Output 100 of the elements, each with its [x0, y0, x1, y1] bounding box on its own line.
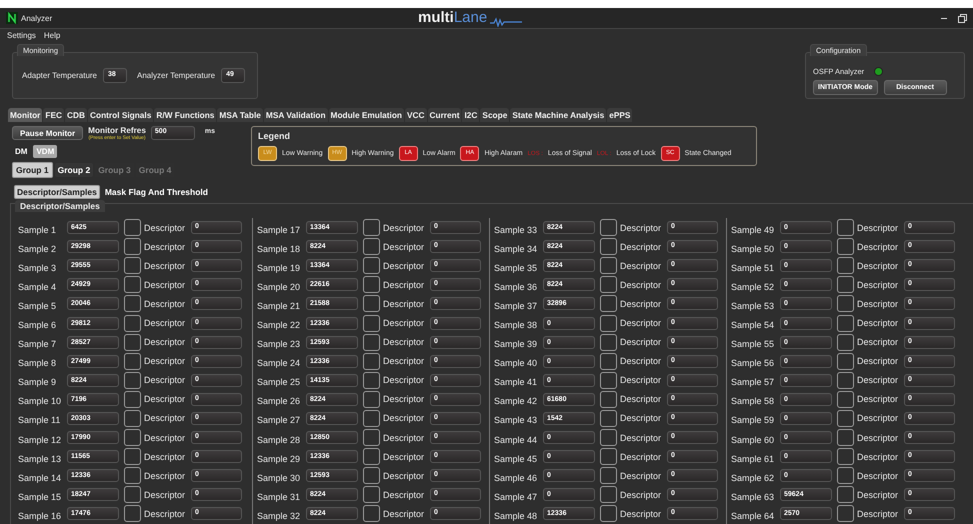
checkbox[interactable] [600, 219, 617, 236]
subtab[interactable]: Mask Flag And Threshold [102, 186, 210, 198]
pause-monitor-button[interactable]: Pause Monitor [12, 126, 84, 140]
tab[interactable]: MSA Table [217, 108, 263, 122]
checkbox[interactable] [124, 314, 141, 332]
checkbox[interactable] [124, 238, 141, 256]
checkbox[interactable] [837, 486, 854, 504]
tab[interactable]: Control Signals [88, 108, 154, 122]
checkbox[interactable] [363, 429, 380, 446]
checkbox[interactable] [837, 276, 854, 294]
checkbox[interactable] [600, 410, 617, 427]
checkbox[interactable] [124, 448, 141, 466]
checkbox[interactable] [600, 334, 617, 351]
tab[interactable]: Scope [480, 108, 510, 122]
checkbox[interactable] [124, 429, 141, 446]
descriptor-label: Descriptor [144, 356, 186, 366]
checkbox[interactable] [124, 219, 141, 236]
checkbox[interactable] [363, 390, 380, 408]
tab[interactable]: I2C [462, 108, 480, 122]
tab[interactable]: Monitor [8, 108, 42, 122]
checkbox[interactable] [600, 352, 617, 370]
checkbox[interactable] [363, 486, 380, 504]
checkbox[interactable] [837, 467, 854, 484]
checkbox[interactable] [837, 505, 854, 522]
checkbox[interactable] [600, 372, 617, 389]
checkbox[interactable] [124, 486, 141, 504]
sample-label: Sample 36 [494, 280, 538, 292]
sample-label: Sample 1 [18, 224, 58, 235]
sample-label: Sample 50 [731, 242, 776, 254]
checkbox[interactable] [837, 410, 854, 427]
checkbox[interactable] [837, 372, 854, 389]
checkbox[interactable] [124, 467, 141, 484]
tab[interactable]: MSA Validation [264, 108, 328, 122]
checkbox[interactable] [600, 429, 617, 446]
checkbox[interactable] [124, 410, 141, 427]
checkbox[interactable] [600, 505, 617, 522]
descriptor-label: Descriptor [620, 413, 662, 424]
checkbox[interactable] [600, 295, 617, 312]
checkbox[interactable] [124, 390, 141, 408]
tab[interactable]: ePPS [607, 108, 632, 122]
checkbox[interactable] [600, 314, 617, 332]
checkbox[interactable] [124, 295, 141, 312]
tab[interactable]: FEC [43, 108, 64, 122]
checkbox[interactable] [600, 486, 617, 504]
descriptor-label: Descriptor [620, 337, 662, 348]
checkbox[interactable] [837, 295, 854, 312]
checkbox[interactable] [363, 467, 380, 484]
checkbox[interactable] [600, 257, 617, 274]
checkbox[interactable] [837, 257, 854, 274]
checkbox[interactable] [837, 429, 854, 446]
checkbox[interactable] [363, 334, 380, 351]
checkbox[interactable] [363, 410, 380, 427]
sample-label: Sample 32 [257, 510, 302, 521]
checkbox[interactable] [837, 219, 854, 236]
checkbox[interactable] [363, 257, 380, 274]
descriptor-label: Descriptor [144, 298, 186, 309]
checkbox[interactable] [124, 257, 141, 274]
group-tab[interactable]: Group 1 [12, 162, 53, 178]
sample-label: Sample 6 [18, 319, 58, 330]
checkbox[interactable] [600, 390, 617, 408]
checkbox[interactable] [837, 314, 854, 332]
checkbox[interactable] [837, 334, 854, 351]
checkbox[interactable] [600, 238, 617, 256]
checkbox[interactable] [363, 276, 380, 294]
menu-item[interactable]: Help [44, 31, 60, 40]
checkbox[interactable] [124, 334, 141, 351]
descriptor-label: Descriptor [383, 260, 426, 271]
tab[interactable]: VCC [404, 108, 427, 122]
descriptor-label: Descriptor [383, 432, 426, 443]
restore-icon[interactable] [958, 14, 967, 22]
checkbox[interactable] [837, 238, 854, 256]
checkbox[interactable] [837, 390, 854, 408]
checkbox[interactable] [124, 276, 141, 294]
tab[interactable]: R/W Functions [154, 108, 216, 122]
checkbox[interactable] [363, 219, 380, 236]
descriptor-label: Descriptor [383, 242, 426, 252]
checkbox[interactable] [124, 505, 141, 522]
tab[interactable]: Current [428, 108, 462, 122]
checkbox[interactable] [363, 295, 380, 312]
menu-item[interactable]: Settings [7, 31, 36, 40]
tab[interactable]: Module Emulation [328, 108, 404, 122]
sample-label: Sample 11 [18, 414, 62, 426]
checkbox[interactable] [363, 238, 380, 256]
checkbox[interactable] [124, 352, 141, 370]
checkbox[interactable] [124, 372, 141, 389]
checkbox[interactable] [363, 352, 380, 370]
checkbox[interactable] [600, 467, 617, 484]
checkbox[interactable] [837, 448, 854, 466]
checkbox[interactable] [600, 448, 617, 466]
checkbox[interactable] [363, 314, 380, 332]
subtab[interactable]: Descriptor/Samples [14, 185, 100, 199]
checkbox[interactable] [363, 505, 380, 522]
checkbox[interactable] [600, 276, 617, 294]
checkbox[interactable] [837, 352, 854, 370]
group-tab[interactable]: Group 2 [54, 163, 94, 177]
checkbox[interactable] [363, 372, 380, 389]
sample-label: Sample 59 [731, 414, 776, 426]
tab[interactable]: CDB [65, 108, 88, 122]
tab[interactable]: State Machine Analysis [510, 108, 606, 122]
checkbox[interactable] [363, 448, 380, 466]
